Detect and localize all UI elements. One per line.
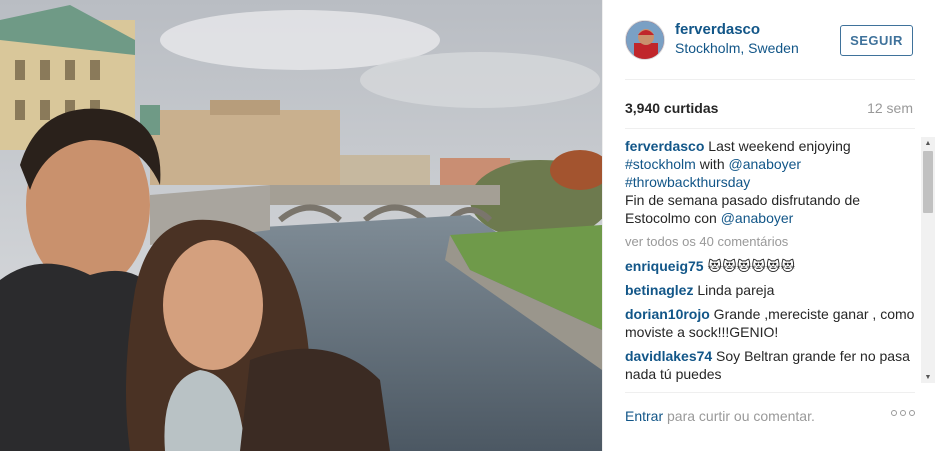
comments-list: ferverdasco Last weekend enjoying #stock… xyxy=(625,137,920,383)
login-prompt-text: para curtir ou comentar. xyxy=(663,408,815,424)
post-sidebar: ferverdasco Stockholm, Sweden SEGUIR 3,9… xyxy=(602,0,937,451)
comment-text: Linda pareja xyxy=(693,282,775,298)
post-age[interactable]: 12 sem xyxy=(867,100,913,116)
comment-username[interactable]: davidlakes74 xyxy=(625,348,712,364)
login-link[interactable]: Entrar xyxy=(625,408,663,424)
post-stats: 3,940 curtidas 12 sem xyxy=(625,100,913,120)
post-username[interactable]: ferverdasco xyxy=(675,21,760,38)
mention-link[interactable]: @anaboyer xyxy=(729,156,802,172)
likes-count[interactable]: 3,940 curtidas xyxy=(625,100,718,116)
comment-username[interactable]: enriqueig75 xyxy=(625,258,704,274)
scroll-up-arrow-icon[interactable]: ▲ xyxy=(921,137,935,149)
caption-text: Last weekend enjoying xyxy=(704,138,851,154)
comment-text: 😻😻😻😻😻😻 xyxy=(703,258,796,274)
comment-username[interactable]: betinaglez xyxy=(625,282,693,298)
scroll-down-arrow-icon[interactable]: ▼ xyxy=(921,371,935,383)
post-location[interactable]: Stockholm, Sweden xyxy=(675,40,799,56)
photo-image xyxy=(0,0,602,451)
hashtag-link[interactable]: #stockholm xyxy=(625,156,696,172)
mention-link[interactable]: @anaboyer xyxy=(721,210,794,226)
caption-text: with xyxy=(695,156,729,172)
dot-icon xyxy=(900,410,906,416)
list-item: betinaglez Linda pareja xyxy=(625,281,920,299)
avatar[interactable] xyxy=(625,20,665,60)
divider xyxy=(625,79,915,80)
follow-button[interactable]: SEGUIR xyxy=(840,25,913,56)
list-item: enriqueig75 😻😻😻😻😻😻 xyxy=(625,257,920,275)
post-header: ferverdasco Stockholm, Sweden SEGUIR xyxy=(603,0,937,80)
caption: ferverdasco Last weekend enjoying #stock… xyxy=(625,137,920,227)
list-item: dorian10rojo Grande ,mereciste ganar , c… xyxy=(625,305,920,341)
post-photo[interactable] xyxy=(0,0,602,451)
divider xyxy=(625,392,915,393)
more-options-icon[interactable] xyxy=(891,410,915,416)
divider xyxy=(625,128,915,129)
dot-icon xyxy=(891,410,897,416)
hashtag-link[interactable]: #throwbackthursday xyxy=(625,174,750,190)
view-all-comments-link[interactable]: ver todos os 40 comentários xyxy=(625,233,920,251)
post-footer: Entrar para curtir ou comentar. xyxy=(625,408,915,428)
dot-icon xyxy=(909,410,915,416)
comment-username[interactable]: dorian10rojo xyxy=(625,306,710,322)
comments-scrollbar[interactable]: ▲ ▼ xyxy=(921,137,935,383)
avatar-image xyxy=(626,21,664,59)
scrollbar-thumb[interactable] xyxy=(923,151,933,213)
caption-username[interactable]: ferverdasco xyxy=(625,138,704,154)
list-item: davidlakes74 Soy Beltran grande fer no p… xyxy=(625,347,920,383)
